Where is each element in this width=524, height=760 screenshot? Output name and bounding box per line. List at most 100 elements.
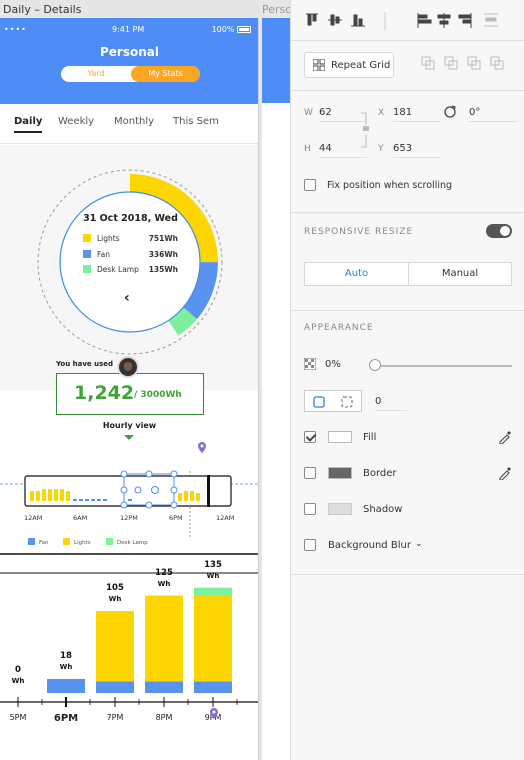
align-center-icon[interactable] <box>437 13 451 28</box>
align-bottom-icon[interactable] <box>351 14 365 27</box>
handle-bl[interactable] <box>120 501 128 509</box>
anchor-point[interactable] <box>134 486 142 494</box>
bar-value-label: 18 Wh <box>46 651 86 673</box>
resize-manual-button[interactable]: Manual <box>408 262 512 286</box>
tab-daily[interactable]: Daily <box>14 116 43 133</box>
timeline-legend-desk-lamp: Desk Lamp <box>106 538 148 546</box>
tab-this-sem[interactable]: This Sem <box>173 116 219 127</box>
timeline-bar <box>128 499 132 501</box>
y-field[interactable]: 653 <box>393 143 441 158</box>
donut-date: 31 Oct 2018, Wed <box>83 213 178 224</box>
tick-12am: 12AM <box>24 514 43 522</box>
boolean-exclude-icon[interactable] <box>490 56 504 70</box>
bar-fan-7pm[interactable] <box>96 681 134 693</box>
opacity-slider[interactable] <box>371 365 512 367</box>
eyedropper-icon[interactable] <box>498 466 512 480</box>
bar-fan-6pm[interactable] <box>47 678 85 693</box>
responsive-toggle[interactable] <box>486 224 512 238</box>
fill-checkbox[interactable] <box>304 431 316 443</box>
rotate-icon <box>444 105 456 118</box>
tab-monthly[interactable]: Monthly <box>114 116 154 127</box>
handle-tl[interactable] <box>120 470 128 478</box>
chevron-left-icon[interactable]: ‹ <box>124 290 130 306</box>
distribute-icon[interactable] <box>484 13 498 27</box>
hourly-timeline[interactable] <box>0 443 259 538</box>
repeat-grid-button[interactable]: Repeat Grid <box>304 52 394 78</box>
timeline-bar <box>178 493 182 501</box>
corner-radius-field[interactable]: 0 <box>375 396 407 411</box>
handle-r[interactable] <box>170 486 178 494</box>
align-middle-icon[interactable] <box>328 14 342 26</box>
shadow-checkbox[interactable] <box>304 503 316 515</box>
x-field[interactable]: 181 <box>393 107 441 122</box>
fix-position-checkbox[interactable] <box>304 179 316 191</box>
align-top-icon[interactable] <box>306 13 318 26</box>
segment-yard[interactable]: Yard <box>61 66 131 82</box>
border-swatch[interactable] <box>328 467 352 479</box>
design-canvas[interactable]: Daily – Details Perso •••• 9:41 PM 100% … <box>0 0 290 760</box>
bar-fan-8pm[interactable] <box>145 681 183 693</box>
bar-fan-9pm[interactable] <box>194 681 232 693</box>
caret-down-icon[interactable] <box>124 435 134 440</box>
timeline-legend-fan: Fan <box>28 538 49 546</box>
appearance-title: APPEARANCE <box>304 323 374 333</box>
bar-unit: Wh <box>59 662 73 671</box>
opacity-value[interactable]: 0% <box>325 359 341 370</box>
bar-value-label: 0 Wh <box>0 665 38 687</box>
bar-lights-9pm[interactable] <box>194 595 232 682</box>
border-checkbox[interactable] <box>304 467 316 479</box>
eyedropper-icon[interactable] <box>498 430 512 444</box>
artboard-secondary[interactable] <box>262 18 290 760</box>
x-label-5pm[interactable]: 5PM <box>3 713 33 722</box>
bar-lights-8pm[interactable] <box>145 595 183 682</box>
divider <box>291 212 524 213</box>
bars <box>47 587 232 693</box>
width-field[interactable]: 62 <box>319 107 367 122</box>
bar-unit: Wh <box>157 579 171 588</box>
background-blur-checkbox[interactable] <box>304 539 316 551</box>
handle-tr[interactable] <box>170 470 178 478</box>
timeline-legend-fan-swatch <box>28 538 35 545</box>
timeline-cursor[interactable] <box>207 475 210 507</box>
boolean-add-icon[interactable] <box>421 56 435 70</box>
fill-swatch[interactable] <box>328 431 352 443</box>
avatar[interactable] <box>117 356 139 378</box>
align-left-icon[interactable] <box>417 13 432 28</box>
corner-uniform-icon[interactable] <box>313 396 325 408</box>
artboard-title[interactable]: Daily – Details <box>3 3 81 16</box>
height-field[interactable]: 44 <box>319 143 367 158</box>
bar-desk-lamp-9pm[interactable] <box>194 587 232 596</box>
x-label-7pm[interactable]: 7PM <box>100 713 130 722</box>
timeline-bar <box>54 489 58 501</box>
status-time: 9:41 PM <box>112 25 145 34</box>
handle-b[interactable] <box>145 501 153 509</box>
artboard2-title[interactable]: Perso <box>262 3 290 16</box>
center-point[interactable] <box>151 486 159 494</box>
rotation-field[interactable]: 0° <box>469 107 517 122</box>
chevron-down-icon[interactable]: ⌄ <box>415 539 423 549</box>
boolean-intersect-icon[interactable] <box>467 56 481 70</box>
tab-weekly[interactable]: Weekly <box>58 116 94 127</box>
opacity-slider-handle[interactable] <box>369 359 381 371</box>
segment-my-stats[interactable]: My Stats <box>131 66 200 82</box>
boolean-subtract-icon[interactable] <box>444 56 458 70</box>
timeline-legend-fan-label: Fan <box>39 540 49 546</box>
legend-lights-value: 751Wh <box>148 234 178 243</box>
timeline-bar <box>79 499 83 501</box>
tick-6pm: 6PM <box>169 514 183 522</box>
corner-individual-icon[interactable] <box>341 396 353 408</box>
bar-lights-7pm[interactable] <box>96 611 134 682</box>
resize-auto-button[interactable]: Auto <box>304 262 409 286</box>
handle-br[interactable] <box>170 501 178 509</box>
align-right-icon[interactable] <box>458 13 472 28</box>
segment-control: Yard My Stats <box>61 66 200 82</box>
shadow-label: Shadow <box>363 504 403 515</box>
handle-t[interactable] <box>145 470 153 478</box>
artboard-daily-details[interactable]: •••• 9:41 PM 100% Personal Yard My Stats… <box>0 18 259 760</box>
handle-l[interactable] <box>120 486 128 494</box>
x-label-6pm[interactable]: 6PM <box>51 713 81 724</box>
bar-value-label: 135 Wh <box>193 560 233 582</box>
x-label: X <box>378 108 385 118</box>
shadow-swatch[interactable] <box>328 503 352 515</box>
x-label-8pm[interactable]: 8PM <box>149 713 179 722</box>
